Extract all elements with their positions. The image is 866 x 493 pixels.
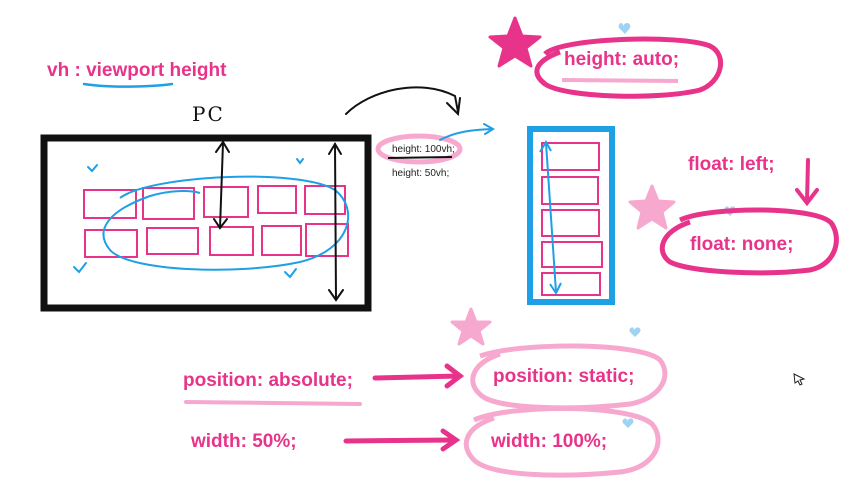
tick-mark bbox=[284, 268, 297, 279]
layout-box bbox=[257, 185, 297, 214]
half-height-arrow bbox=[219, 142, 224, 229]
height-arrows bbox=[213, 140, 344, 302]
blue-underline bbox=[82, 82, 174, 88]
height-auto-label: height: auto; bbox=[564, 49, 680, 70]
full-height-arrow bbox=[334, 143, 337, 301]
vh-prefix: vh : bbox=[47, 60, 87, 81]
float-left-label: float: left; bbox=[688, 154, 775, 175]
star-icon bbox=[488, 16, 542, 68]
heart-icon bbox=[629, 327, 641, 337]
pink-underline bbox=[561, 78, 679, 83]
layout-box bbox=[146, 227, 199, 255]
pink-right-arrow bbox=[372, 373, 462, 381]
position-static-label: position: static; bbox=[493, 366, 635, 387]
height-50vh-label: height: 50vh; bbox=[392, 168, 450, 179]
layout-box bbox=[304, 185, 346, 215]
position-absolute-label: position: absolute; bbox=[183, 370, 353, 391]
vh-suffix: height bbox=[164, 60, 227, 81]
float-none-label: float: none; bbox=[690, 234, 794, 255]
star-icon bbox=[628, 184, 676, 230]
arrowhead bbox=[446, 97, 461, 117]
pc-label: PC bbox=[192, 102, 225, 126]
layout-box bbox=[541, 241, 603, 268]
layout-box bbox=[209, 226, 254, 256]
heart-icon bbox=[618, 22, 631, 34]
pink-down-arrow bbox=[805, 158, 810, 204]
width-50-label: width: 50%; bbox=[191, 431, 297, 452]
layout-box bbox=[261, 225, 302, 256]
pink-right-arrow bbox=[343, 437, 458, 444]
layout-box bbox=[541, 142, 600, 171]
vh-definition: vh : viewport height bbox=[47, 61, 226, 80]
star-icon bbox=[450, 307, 492, 346]
layout-box bbox=[84, 229, 138, 258]
heart-icon bbox=[622, 418, 634, 428]
width-100-label: width: 100%; bbox=[491, 431, 608, 452]
tick-mark bbox=[296, 158, 304, 165]
tick-mark bbox=[73, 262, 87, 274]
blue-vertical-arrow bbox=[545, 142, 557, 293]
height-100vh-label: height: 100vh; bbox=[392, 144, 455, 155]
mouse-cursor-icon bbox=[793, 373, 806, 386]
black-curved-arrow bbox=[345, 86, 459, 115]
layout-box bbox=[203, 186, 249, 218]
pink-underline bbox=[184, 400, 362, 406]
tick-mark bbox=[87, 164, 98, 173]
black-underline bbox=[387, 156, 453, 159]
vh-word-viewport: viewport bbox=[86, 60, 165, 81]
